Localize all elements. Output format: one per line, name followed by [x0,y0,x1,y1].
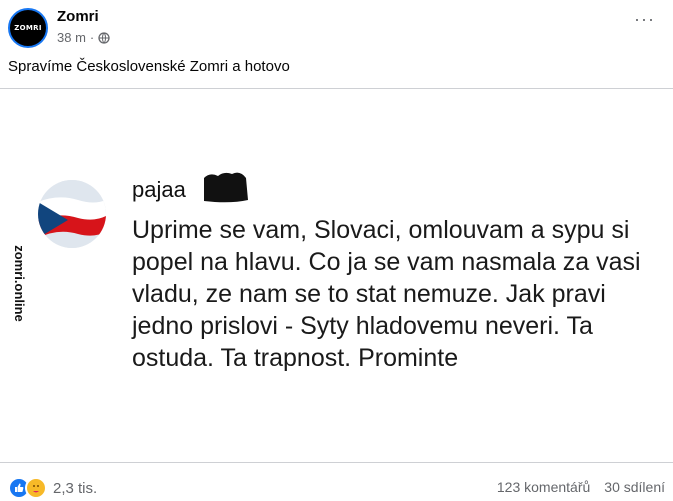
post-stats: 123 komentářů 30 sdílení [497,479,665,495]
post-timestamp[interactable]: 38 m [57,30,86,45]
reactions-summary[interactable]: 2,3 tis. [8,477,97,499]
comments-count-link[interactable]: 123 komentářů [497,479,590,495]
watermark-text: zomri.online [11,244,27,322]
page-name-link[interactable]: Zomri [57,8,99,25]
comment-author: pajaa [132,177,186,202]
post-meta: 38 m · [57,30,110,45]
watermark: zomri.online [2,223,36,343]
post-footer: 2,3 tis. 123 komentářů 30 sdílení [0,468,673,501]
reactions-count: 2,3 tis. [53,479,98,497]
page-avatar[interactable]: ZOMRI [8,8,48,48]
zomri-logo: ZOMRI [14,24,42,32]
care-icon [25,477,47,499]
post-header: ZOMRI Zomri 38 m · ··· Spravíme Českoslo… [0,0,673,88]
redaction-mark [204,172,248,203]
meta-separator: · [89,30,95,45]
czech-flag-avatar [38,180,106,248]
more-options-button[interactable]: ··· [634,10,655,28]
more-dots-icon: ··· [634,9,655,29]
comment-text: Uprime se vam, Slovaci, omlouvam a sypu … [132,216,641,372]
shares-count-link[interactable]: 30 sdílení [604,479,665,495]
globe-icon[interactable] [98,31,110,44]
post-caption: Spravíme Československé Zomri a hotovo [8,58,290,75]
